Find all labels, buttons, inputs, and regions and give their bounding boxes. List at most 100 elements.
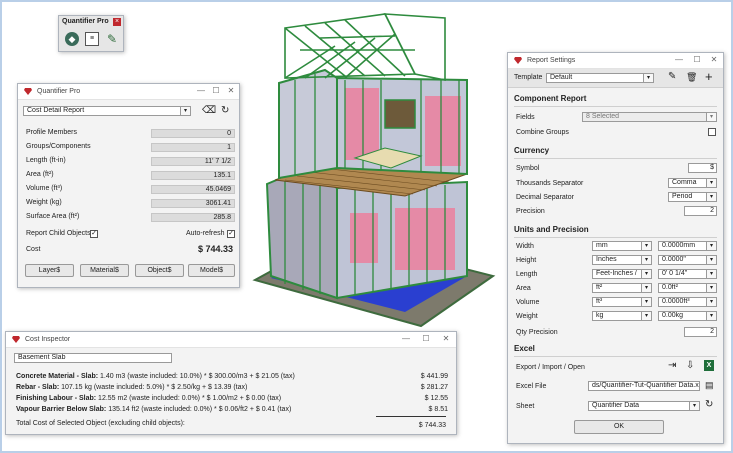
combine-groups-checkbox[interactable]: [708, 128, 716, 136]
stat-value: 285.8: [151, 213, 235, 222]
ruby-icon: [24, 88, 32, 95]
stat-label: Length (ft-in): [26, 157, 66, 164]
sheet-select[interactable]: Quantifier Data ▾: [588, 401, 700, 411]
material-cost-button[interactable]: Material$: [80, 264, 129, 277]
add-icon[interactable]: +: [705, 69, 713, 84]
unit-precision-select[interactable]: 0.0000" ▾: [658, 255, 717, 265]
excel-file-input[interactable]: ds/Quantifier-Tut-Quantifier Data.xlsx: [588, 381, 700, 391]
qty-precision-input[interactable]: 2: [684, 327, 717, 337]
cost-line-amount: $ 8.51: [428, 406, 448, 413]
toolbar-title: Quantifier Pro: [62, 18, 109, 25]
sheet-label: Sheet: [516, 403, 535, 410]
cost-label: Cost: [26, 246, 41, 253]
close-button[interactable]: ✕: [708, 55, 720, 64]
close-button[interactable]: ✕: [225, 86, 237, 95]
model-viewport[interactable]: [245, 8, 510, 333]
import-icon[interactable]: ⇩: [686, 360, 694, 371]
chevron-down-icon: ▾: [706, 298, 716, 306]
unit-select[interactable]: Feet-Inches / ▾: [592, 269, 652, 279]
unit-select[interactable]: ft² ▾: [592, 283, 652, 293]
sheet-value: Quantifier Data: [592, 402, 640, 409]
total-label: Total Cost of Selected Object (excluding…: [16, 420, 185, 427]
excel-header: Excel: [514, 344, 535, 353]
model-cost-button[interactable]: Model$: [188, 264, 235, 277]
refresh-icon[interactable]: ↻: [705, 399, 713, 410]
titlebar: Quantifier Pro — ☐ ✕: [18, 84, 239, 100]
eraser-icon[interactable]: ⌫: [202, 105, 216, 116]
unit-select[interactable]: ft³ ▾: [592, 297, 652, 307]
unit-precision-select[interactable]: 0.0ft² ▾: [658, 283, 717, 293]
minimize-button[interactable]: —: [400, 334, 412, 343]
divider: [514, 237, 717, 238]
refresh-icon[interactable]: ↻: [221, 105, 229, 116]
unit-select[interactable]: Inches ▾: [592, 255, 652, 265]
chevron-down-icon: ▾: [706, 193, 716, 201]
symbol-input[interactable]: $: [688, 163, 717, 173]
total-value: $ 744.33: [418, 422, 446, 429]
total-divider: [376, 416, 446, 417]
maximize-button[interactable]: ☐: [210, 86, 222, 95]
cost-line: Rebar - Slab: 107.15 kg (waste included:…: [16, 384, 448, 394]
report-type-select[interactable]: Cost Detail Report ▾: [23, 106, 191, 116]
stat-label: Weight (kg): [26, 199, 62, 206]
close-icon[interactable]: ×: [113, 18, 121, 26]
lower-pink-2: [350, 213, 378, 263]
chevron-down-icon: ▾: [180, 107, 190, 115]
report-child-checkbox[interactable]: ✓: [90, 230, 98, 238]
auto-refresh-checkbox[interactable]: ✓: [227, 230, 235, 238]
cost-line-detail: 12.55 m2 (waste included: 0.0%) * $ 1.00…: [96, 395, 282, 402]
roof-trusses: [284, 13, 446, 81]
unit-precision-select[interactable]: 0.0000ft³ ▾: [658, 297, 717, 307]
divider: [514, 106, 717, 107]
quantify-icon[interactable]: ◆: [65, 32, 79, 46]
report-icon[interactable]: ≡: [85, 32, 99, 46]
qty-precision-label: Qty Precision: [516, 329, 558, 336]
stat-row: Volume (ft³) 45.0469: [18, 184, 239, 196]
unit-row: Volume ft³ ▾ 0.0000ft³ ▾: [508, 297, 723, 310]
unit-value: Feet-Inches /: [596, 270, 637, 277]
cost-line: Concrete Material - Slab: 1.40 m3 (waste…: [16, 373, 448, 383]
object-name-field[interactable]: Basement Slab: [14, 353, 172, 363]
unit-precision-select[interactable]: 0' 0 1/4" ▾: [658, 269, 717, 279]
edit-icon[interactable]: ✎: [668, 71, 676, 82]
folder-icon[interactable]: ▤: [705, 380, 714, 391]
chevron-down-icon: ▾: [706, 270, 716, 278]
unit-precision-select[interactable]: 0.00kg ▾: [658, 311, 717, 321]
upper-wall-left: [278, 68, 338, 180]
layer-cost-button[interactable]: Layer$: [25, 264, 74, 277]
trash-icon[interactable]: 🗑: [686, 72, 697, 83]
export-icon[interactable]: ⇥: [668, 360, 676, 371]
window-title: Report Settings: [527, 57, 576, 64]
chevron-down-icon: ▾: [706, 312, 716, 320]
report-settings-window: Report Settings — ☐ ✕ Template Default ▾ …: [507, 52, 724, 444]
unit-precision-value: 0.00kg: [662, 312, 684, 319]
decimal-value: Period: [672, 193, 693, 200]
divider: [514, 158, 717, 159]
decimal-select[interactable]: Period ▾: [668, 192, 717, 202]
auto-refresh-label: Auto-refresh: [186, 230, 225, 237]
thousands-select[interactable]: Comma ▾: [668, 178, 717, 188]
tag-icon[interactable]: ✎: [105, 32, 119, 46]
close-button[interactable]: ✕: [440, 334, 452, 343]
cost-line-name: Finishing Labour - Slab:: [16, 395, 97, 402]
cost-line-amount: $ 12.55: [424, 395, 448, 402]
fields-select[interactable]: 8 Selected ▾: [582, 112, 717, 122]
unit-select[interactable]: mm ▾: [592, 241, 652, 251]
chevron-down-icon: ▾: [641, 284, 651, 292]
chevron-down-icon: ▾: [641, 242, 651, 250]
minimize-button[interactable]: —: [673, 55, 685, 64]
lower-pink-1: [395, 208, 455, 270]
object-cost-button[interactable]: Object$: [135, 264, 184, 277]
unit-precision-select[interactable]: 0.0000mm ▾: [658, 241, 717, 251]
template-select[interactable]: Default ▾: [546, 73, 654, 83]
ok-button[interactable]: OK: [574, 420, 664, 434]
excel-open-icon[interactable]: X: [704, 360, 714, 371]
stat-row: Profile Members 0: [18, 128, 239, 140]
chevron-down-icon: ▾: [641, 256, 651, 264]
maximize-button[interactable]: ☐: [691, 55, 703, 64]
unit-select[interactable]: kg ▾: [592, 311, 652, 321]
precision-input[interactable]: 2: [684, 206, 717, 216]
minimize-button[interactable]: —: [195, 86, 207, 95]
maximize-button[interactable]: ☐: [420, 334, 432, 343]
currency-header: Currency: [514, 146, 550, 155]
